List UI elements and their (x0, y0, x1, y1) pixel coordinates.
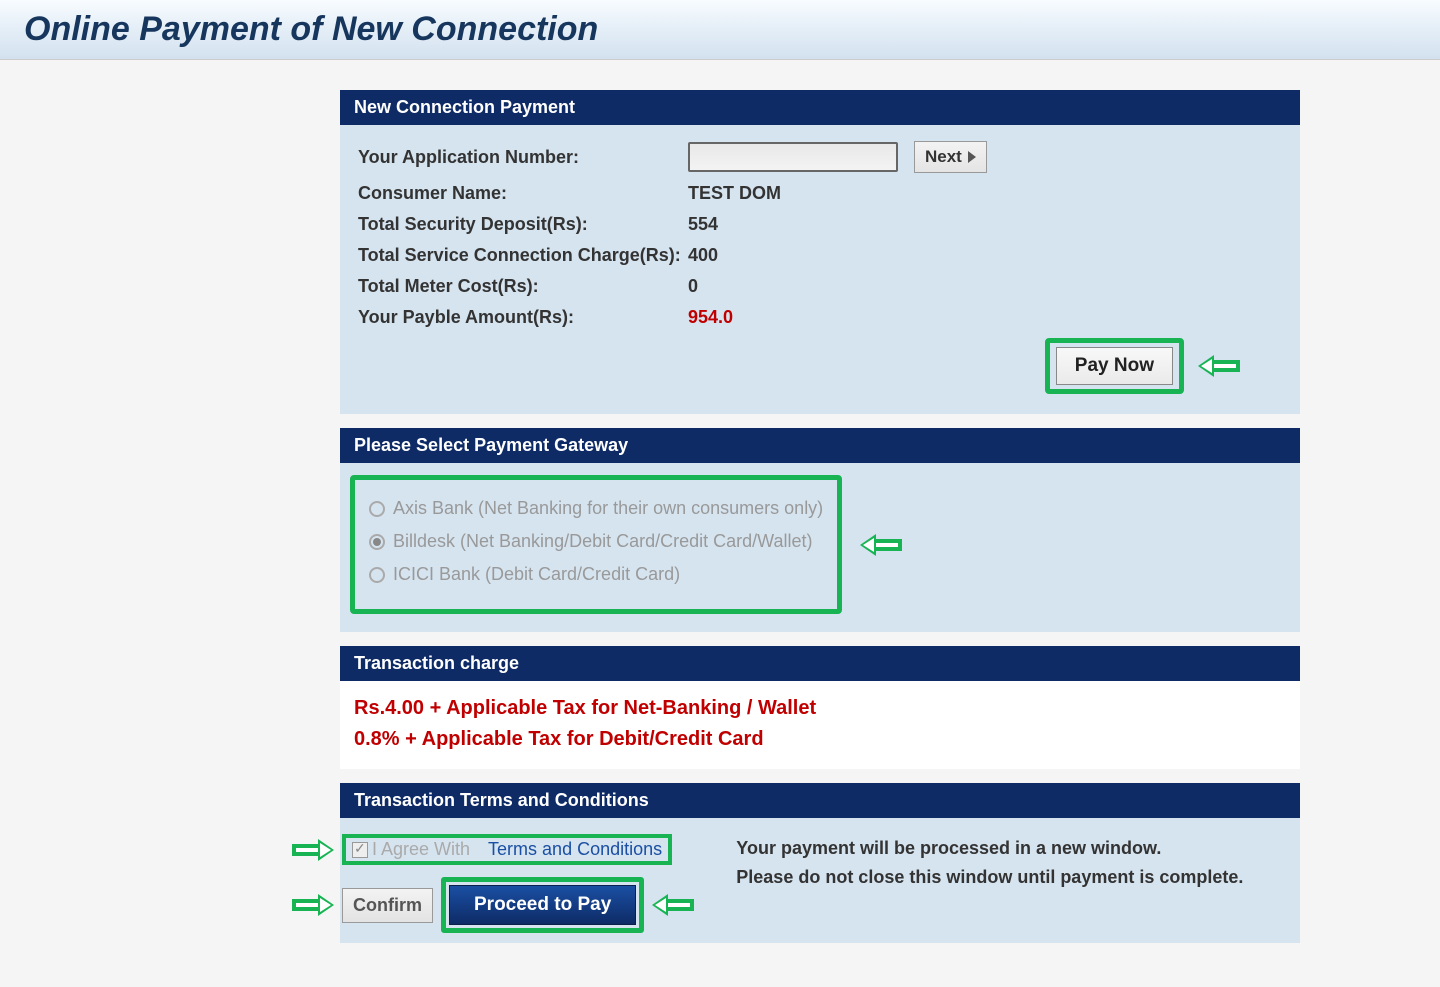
terms-link[interactable]: Terms and Conditions (488, 839, 662, 860)
label-consumer: Consumer Name: (358, 183, 688, 204)
radio-icon (369, 501, 385, 517)
charge-panel: Transaction charge Rs.4.00 + Applicable … (340, 646, 1300, 769)
gateway-header: Please Select Payment Gateway (340, 428, 1300, 463)
gateway-option-billdesk[interactable]: Billdesk (Net Banking/Debit Card/Credit … (369, 525, 823, 558)
terms-header: Transaction Terms and Conditions (340, 783, 1300, 818)
arrow-right-icon (290, 894, 334, 916)
label-meter: Total Meter Cost(Rs): (358, 276, 688, 297)
gateway-option-axis[interactable]: Axis Bank (Net Banking for their own con… (369, 492, 823, 525)
page-title: Online Payment of New Connection (24, 10, 1416, 49)
next-button[interactable]: Next (914, 141, 987, 173)
gateway-label: Billdesk (Net Banking/Debit Card/Credit … (393, 531, 812, 552)
triangle-right-icon (968, 151, 976, 163)
gateway-option-icici[interactable]: ICICI Bank (Debit Card/Credit Card) (369, 558, 823, 591)
agree-checkbox[interactable] (352, 842, 368, 858)
label-security: Total Security Deposit(Rs): (358, 214, 688, 235)
radio-icon-selected (369, 534, 385, 550)
page-title-bar: Online Payment of New Connection (0, 0, 1440, 60)
highlight-paynow: Pay Now (1045, 338, 1184, 394)
value-security: 554 (688, 214, 718, 235)
arrow-left-icon (1198, 355, 1242, 377)
label-service: Total Service Connection Charge(Rs): (358, 245, 688, 266)
gateway-label: ICICI Bank (Debit Card/Credit Card) (393, 564, 680, 585)
proceed-to-pay-button[interactable]: Proceed to Pay (449, 885, 636, 925)
value-service: 400 (688, 245, 718, 266)
terms-info-2: Please do not close this window until pa… (736, 863, 1286, 892)
arrow-left-icon (860, 534, 904, 556)
value-consumer: TEST DOM (688, 183, 781, 204)
connection-header: New Connection Payment (340, 90, 1300, 125)
highlight-proceed: Proceed to Pay (441, 877, 644, 933)
content-area: New Connection Payment Your Application … (0, 60, 1440, 987)
application-number-input[interactable] (688, 142, 898, 172)
value-payable: 954.0 (688, 307, 733, 328)
radio-icon (369, 567, 385, 583)
charge-line-1: Rs.4.00 + Applicable Tax for Net-Banking… (354, 693, 1286, 724)
label-payable: Your Payble Amount(Rs): (358, 307, 688, 328)
charge-line-2: 0.8% + Applicable Tax for Debit/Credit C… (354, 724, 1286, 755)
arrow-left-icon (652, 894, 696, 916)
agree-pre: I Agree With (372, 839, 470, 860)
next-button-label: Next (925, 147, 962, 167)
terms-panel: Transaction Terms and Conditions I Agree… (340, 783, 1300, 943)
terms-info-1: Your payment will be processed in a new … (736, 834, 1286, 863)
pay-now-button[interactable]: Pay Now (1056, 347, 1173, 385)
gateway-panel: Please Select Payment Gateway Axis Bank … (340, 428, 1300, 632)
confirm-button[interactable]: Confirm (342, 888, 433, 923)
connection-panel: New Connection Payment Your Application … (340, 90, 1300, 414)
charge-header: Transaction charge (340, 646, 1300, 681)
label-app-no: Your Application Number: (358, 147, 688, 168)
gateway-label: Axis Bank (Net Banking for their own con… (393, 498, 823, 519)
arrow-right-icon (290, 839, 334, 861)
highlight-gateway: Axis Bank (Net Banking for their own con… (350, 475, 842, 614)
value-meter: 0 (688, 276, 698, 297)
highlight-agree: I Agree With Terms and Conditions (342, 834, 672, 865)
